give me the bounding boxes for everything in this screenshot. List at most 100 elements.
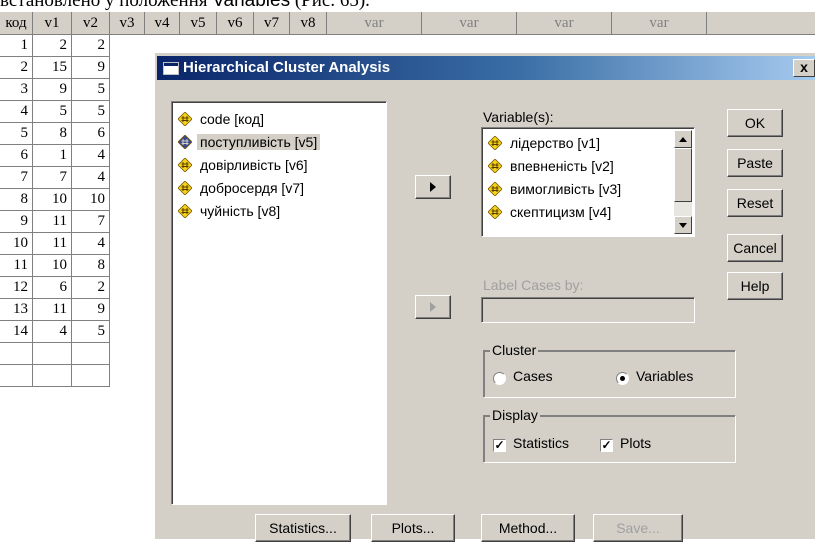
col-header-v1[interactable]: v1 — [33, 12, 72, 35]
table-cell[interactable]: 10 — [72, 189, 110, 211]
col-header-kod[interactable]: код — [0, 12, 33, 35]
col-header-v5[interactable]: v5 — [180, 12, 217, 35]
reset-button[interactable]: Reset — [727, 189, 783, 217]
table-cell[interactable] — [72, 343, 110, 365]
table-cell[interactable]: 9 — [33, 79, 72, 101]
label-cases-field[interactable] — [481, 297, 695, 323]
table-cell[interactable]: 9 — [72, 299, 110, 321]
plots-checkbox[interactable]: ✓ — [600, 439, 613, 452]
statistics-checkbox-label[interactable]: Statistics — [513, 435, 569, 451]
table-cell[interactable] — [0, 365, 33, 387]
table-cell[interactable]: 8 — [72, 255, 110, 277]
col-header-v7[interactable]: v7 — [254, 12, 290, 35]
paste-button[interactable]: Paste — [727, 149, 783, 177]
table-cell[interactable]: 4 — [72, 145, 110, 167]
table-cell[interactable]: 7 — [72, 211, 110, 233]
list-item-label: вимогливість [v3] — [510, 181, 622, 197]
col-header-var[interactable]: var — [517, 12, 612, 35]
table-cell[interactable] — [0, 343, 33, 365]
ok-button[interactable]: OK — [727, 109, 783, 137]
table-cell[interactable]: 1 — [0, 35, 33, 57]
table-cell[interactable]: 13 — [0, 299, 33, 321]
table-cell[interactable]: 4 — [72, 167, 110, 189]
table-cell[interactable] — [72, 365, 110, 387]
table-cell[interactable]: 4 — [72, 233, 110, 255]
list-item[interactable]: чуйність [v8] — [178, 200, 283, 222]
col-header-v4[interactable]: v4 — [145, 12, 180, 35]
table-cell[interactable]: 14 — [0, 321, 33, 343]
statistics-button[interactable]: Statistics... — [255, 514, 351, 542]
table-cell[interactable]: 11 — [33, 211, 72, 233]
col-header-v8[interactable]: v8 — [290, 12, 327, 35]
scroll-thumb[interactable] — [674, 148, 692, 202]
list-item[interactable]: code [код] — [178, 108, 267, 130]
col-header-var[interactable]: var — [422, 12, 517, 35]
list-item[interactable]: впевненість [v2] — [488, 155, 617, 177]
scroll-down-button[interactable] — [674, 216, 692, 234]
table-cell[interactable]: 5 — [72, 101, 110, 123]
table-cell[interactable]: 12 — [0, 277, 33, 299]
table-cell[interactable]: 5 — [72, 321, 110, 343]
col-header-v3[interactable]: v3 — [110, 12, 145, 35]
list-item[interactable]: лідерство [v1] — [488, 132, 603, 154]
col-header-var[interactable]: var — [327, 12, 422, 35]
close-button[interactable]: x — [793, 59, 815, 77]
table-cell[interactable]: 2 — [0, 57, 33, 79]
table-cell[interactable]: 7 — [33, 167, 72, 189]
list-item[interactable]: вимогливість [v3] — [488, 178, 624, 200]
variables-list[interactable]: лідерство [v1] впевненість [v2] вимогливіс… — [481, 127, 695, 237]
table-cell[interactable]: 8 — [0, 189, 33, 211]
cancel-button[interactable]: Cancel — [727, 234, 783, 262]
table-cell[interactable]: 10 — [33, 189, 72, 211]
col-header-v6[interactable]: v6 — [217, 12, 254, 35]
radio-variables[interactable] — [616, 372, 629, 385]
col-header-var[interactable]: var — [612, 12, 707, 35]
table-cell[interactable]: 9 — [0, 211, 33, 233]
table-cell[interactable]: 5 — [0, 123, 33, 145]
table-cell[interactable]: 5 — [33, 101, 72, 123]
radio-variables-label[interactable]: Variables — [636, 368, 693, 384]
table-cell[interactable]: 4 — [0, 101, 33, 123]
table-cell[interactable]: 15 — [33, 57, 72, 79]
scroll-up-button[interactable] — [674, 130, 692, 148]
table-cell[interactable]: 6 — [0, 145, 33, 167]
table-cell[interactable]: 11 — [33, 233, 72, 255]
table-cell[interactable]: 11 — [33, 299, 72, 321]
table-cell[interactable]: 10 — [33, 255, 72, 277]
list-item[interactable]: довірливість [v6] — [178, 154, 311, 176]
table-cell[interactable]: 6 — [72, 123, 110, 145]
table-cell[interactable]: 11 — [0, 255, 33, 277]
table-cell[interactable]: 3 — [0, 79, 33, 101]
help-button[interactable]: Help — [727, 272, 783, 300]
table-cell[interactable]: 1 — [33, 145, 72, 167]
move-to-label-cases-button[interactable] — [415, 295, 451, 319]
table-cell[interactable] — [33, 343, 72, 365]
table-cell[interactable]: 9 — [72, 57, 110, 79]
source-variable-list[interactable]: code [код] поступливість [v5] довірливість… — [171, 101, 387, 505]
list-item[interactable]: скептицизм [v4] — [488, 201, 614, 223]
table-cell[interactable]: 10 — [0, 233, 33, 255]
table-cell[interactable]: 2 — [72, 277, 110, 299]
table-cell[interactable] — [33, 365, 72, 387]
plots-button[interactable]: Plots... — [371, 514, 455, 542]
table-cell[interactable]: 7 — [0, 167, 33, 189]
table-cell[interactable]: 2 — [72, 35, 110, 57]
save-button[interactable]: Save... — [593, 514, 683, 542]
statistics-checkbox[interactable]: ✓ — [493, 439, 506, 452]
dialog-titlebar[interactable]: Hierarchical Cluster Analysis x — [157, 56, 815, 80]
table-cell[interactable]: 6 — [33, 277, 72, 299]
plots-checkbox-label[interactable]: Plots — [620, 435, 651, 451]
list-item[interactable]: поступливість [v5] — [178, 131, 321, 153]
method-button[interactable]: Method... — [481, 514, 575, 542]
table-cell[interactable]: 5 — [72, 79, 110, 101]
table-cell[interactable]: 2 — [33, 35, 72, 57]
list-item[interactable]: добросердя [v7] — [178, 177, 307, 199]
chevron-down-icon — [679, 222, 687, 228]
col-header-v2[interactable]: v2 — [72, 12, 110, 35]
variables-scrollbar[interactable] — [674, 130, 692, 234]
move-to-variables-button[interactable] — [415, 175, 451, 199]
radio-cases-label[interactable]: Cases — [513, 368, 553, 384]
radio-cases[interactable] — [493, 372, 506, 385]
table-cell[interactable]: 8 — [33, 123, 72, 145]
table-cell[interactable]: 4 — [33, 321, 72, 343]
